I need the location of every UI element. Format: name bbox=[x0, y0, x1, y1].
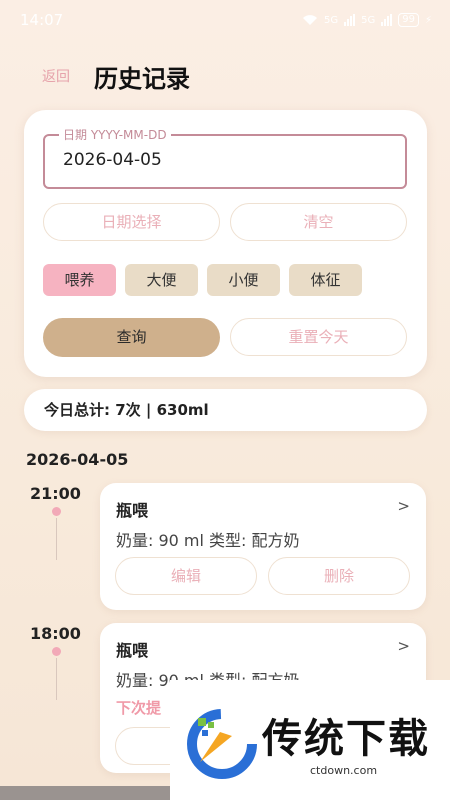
query-button[interactable]: 查询 bbox=[43, 318, 220, 357]
logo-icon bbox=[187, 709, 257, 779]
signal-label-1: 5G bbox=[323, 14, 339, 26]
filter-card: 日期 YYYY-MM-DD 日期选择 清空 喂养 大便 小便 体征 查询 重置今… bbox=[24, 110, 427, 377]
clear-button[interactable]: 清空 bbox=[230, 203, 407, 241]
date-heading: 2026-04-05 bbox=[26, 450, 129, 469]
watermark-text: 传统下载 bbox=[262, 716, 430, 762]
signal-icon-2 bbox=[381, 14, 393, 26]
next-reminder: 下次提 bbox=[116, 699, 162, 717]
record-card[interactable]: 瓶喂 > 奶量: 90 ml 类型: 配方奶 编辑 删除 bbox=[100, 483, 426, 610]
record-time: 18:00 bbox=[30, 624, 81, 643]
status-time: 14:07 bbox=[20, 11, 64, 29]
charging-icon: ⚡ bbox=[424, 14, 432, 26]
record-title: 瓶喂 bbox=[116, 641, 149, 660]
record-title: 瓶喂 bbox=[116, 501, 149, 520]
timeline-dot bbox=[52, 507, 61, 516]
watermark: 传统下载 ctdown.com bbox=[170, 680, 450, 800]
tag-stool[interactable]: 大便 bbox=[125, 264, 198, 296]
page-header: 返回 历史记录 bbox=[0, 56, 450, 96]
wifi-icon bbox=[302, 15, 317, 25]
signal-icon bbox=[344, 14, 356, 26]
timeline-line bbox=[56, 658, 57, 700]
date-field-label: 日期 YYYY-MM-DD bbox=[59, 126, 171, 143]
status-icons: 5G 5G 99 ⚡ bbox=[302, 13, 432, 27]
timeline-line bbox=[56, 518, 57, 560]
chevron-right-icon[interactable]: > bbox=[397, 497, 410, 515]
chevron-right-icon[interactable]: > bbox=[397, 637, 410, 655]
tag-vitals[interactable]: 体征 bbox=[289, 264, 362, 296]
status-bar: 14:07 5G 5G 99 ⚡ bbox=[0, 0, 450, 40]
record-time: 21:00 bbox=[30, 484, 81, 503]
delete-button[interactable]: 删除 bbox=[268, 557, 410, 595]
date-field[interactable]: 日期 YYYY-MM-DD bbox=[43, 126, 407, 189]
daily-summary: 今日总计: 7次 | 630ml bbox=[24, 389, 427, 431]
watermark-url: ctdown.com bbox=[310, 764, 378, 777]
timeline-dot bbox=[52, 647, 61, 656]
page-title: 历史记录 bbox=[94, 65, 190, 93]
reset-today-button[interactable]: 重置今天 bbox=[230, 318, 407, 356]
tag-urine[interactable]: 小便 bbox=[207, 264, 280, 296]
back-button[interactable]: 返回 bbox=[42, 66, 70, 86]
record-detail: 奶量: 90 ml 类型: 配方奶 bbox=[116, 531, 300, 550]
date-input[interactable] bbox=[63, 150, 363, 170]
edit-button[interactable]: 编辑 bbox=[115, 557, 257, 595]
battery-icon: 99 bbox=[398, 13, 419, 27]
signal-label-2: 5G bbox=[361, 14, 376, 26]
home-indicator bbox=[0, 786, 170, 800]
tag-feeding[interactable]: 喂养 bbox=[43, 264, 116, 296]
pick-date-button[interactable]: 日期选择 bbox=[43, 203, 220, 241]
